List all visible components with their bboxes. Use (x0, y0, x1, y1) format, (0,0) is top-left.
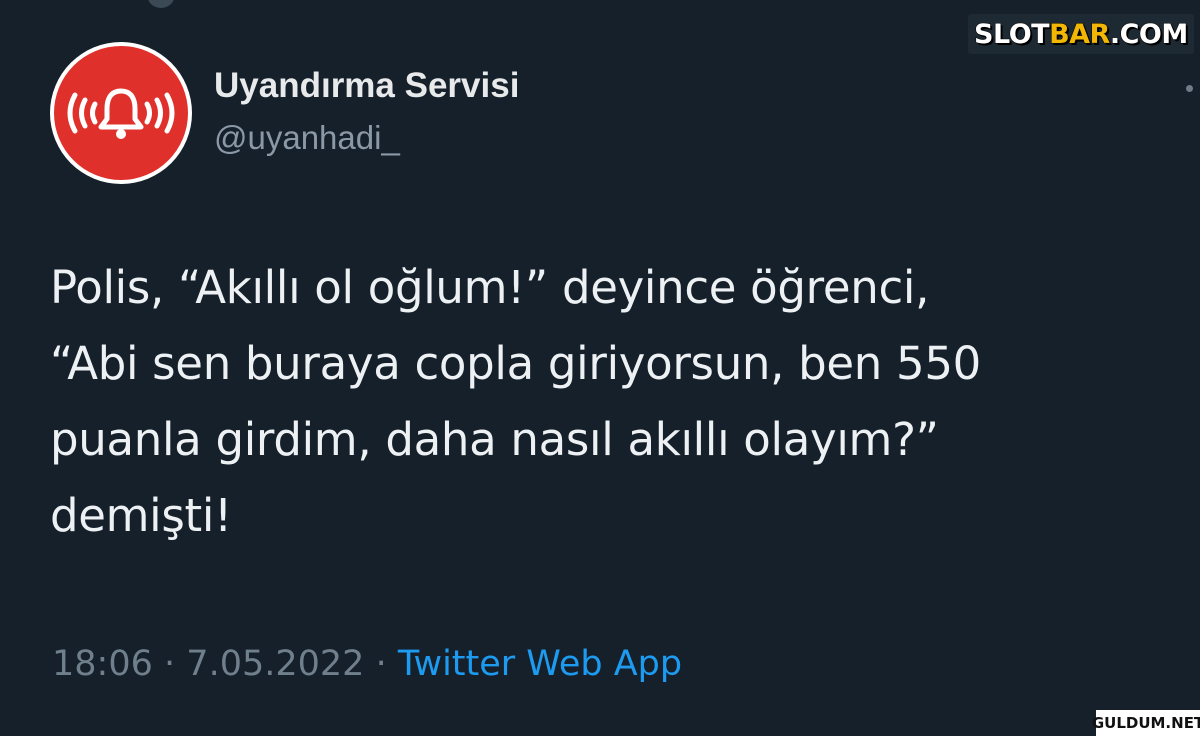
tweet-text: Polis, “Akıllı ol oğlum!” deyince öğrenc… (50, 250, 1190, 554)
avatar[interactable] (50, 42, 192, 184)
display-name[interactable]: Uyandırma Servisi (214, 66, 519, 106)
tweet-meta: 18:06 · 7.05.2022 · Twitter Web App (52, 644, 682, 684)
watermark-slotbar-main: SLOT (973, 18, 1050, 50)
tweet-text-line: puanla girdim, daha nasıl akıllı olayım?… (50, 413, 939, 466)
more-options-icon[interactable] (1186, 85, 1193, 92)
user-handle[interactable]: @uyanhadi_ (214, 119, 400, 157)
tweet-text-line: Polis, “Akıllı ol oğlum!” deyince öğrenc… (50, 261, 930, 314)
watermark-guldum: GULDUM.NET (1092, 710, 1200, 736)
tweet-time[interactable]: 18:06 (52, 644, 153, 684)
retweet-context-icon (148, 0, 174, 8)
watermark-slotbar-accent: BAR (1049, 18, 1111, 50)
meta-separator: · (164, 644, 176, 684)
tweet-date[interactable]: 7.05.2022 (186, 644, 364, 684)
meta-separator: · (375, 644, 387, 684)
alarm-bell-icon (54, 46, 188, 180)
tweet-text-line: demişti! (50, 489, 232, 542)
watermark-slotbar: SLOT BAR .COM (968, 14, 1194, 54)
tweet-text-line: “Abi sen buraya copla giriyorsun, ben 55… (50, 337, 982, 390)
tweet-screenshot: SLOT BAR .COM Uyandırma Servisi @uyanhadi_… (0, 0, 1200, 736)
watermark-slotbar-suffix: .COM (1109, 18, 1188, 50)
tweet-source-link[interactable]: Twitter Web App (398, 644, 682, 684)
